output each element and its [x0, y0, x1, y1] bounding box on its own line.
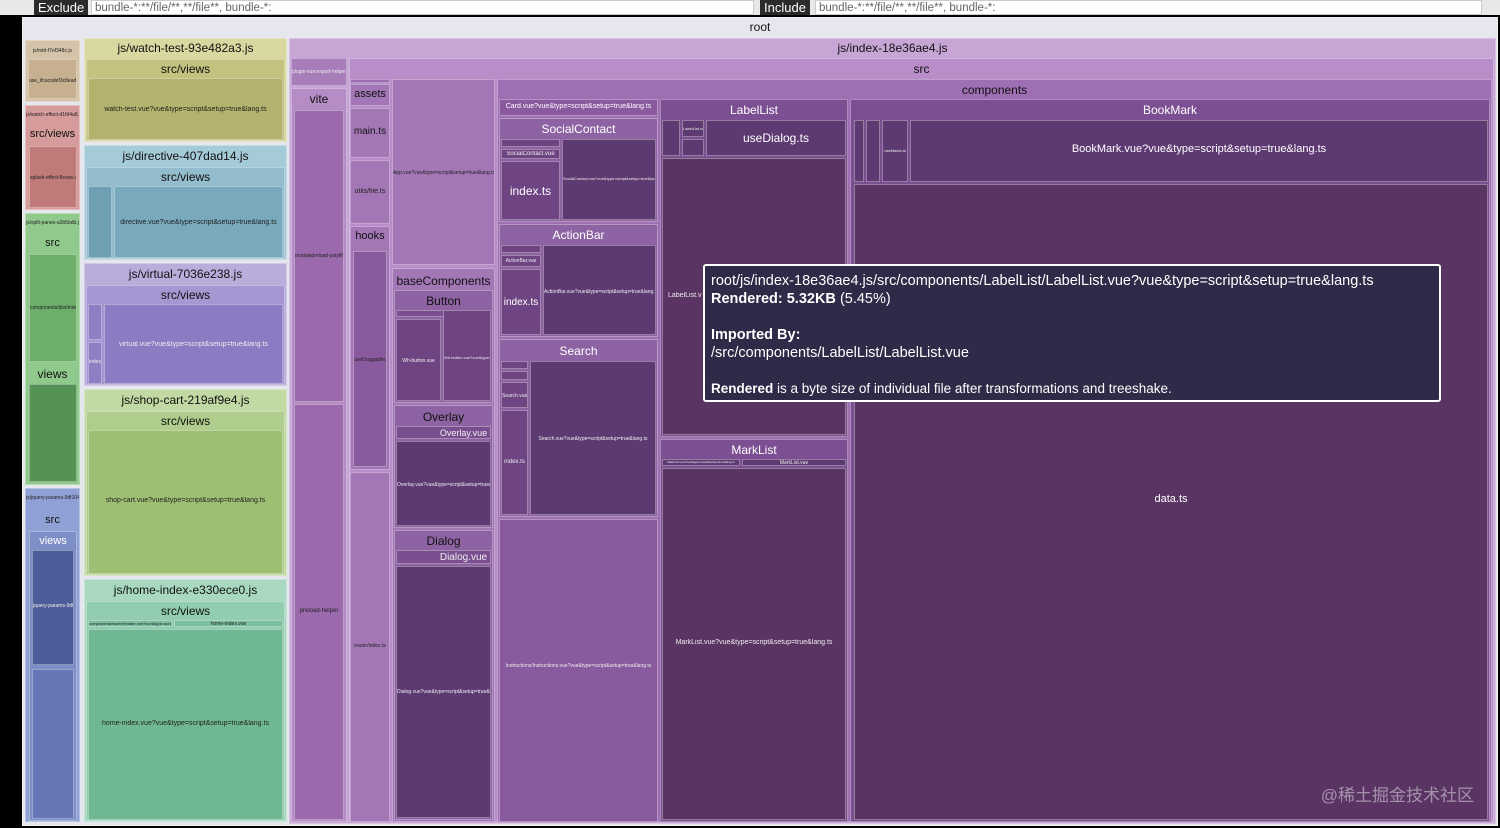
virtual-small-2[interactable]: index.ts [88, 342, 102, 384]
card-vue[interactable]: Card.vue?vue&type=script&setup=true&lang… [499, 99, 658, 116]
button-script[interactable]: Wh-button.vue?vue&type=script&setup=true… [443, 310, 491, 401]
directive-views[interactable]: src/views directive.vue?vue&type=script&… [86, 167, 285, 259]
tooltip-note: Rendered is a byte size of individual fi… [711, 381, 1172, 396]
search-thin-2[interactable] [501, 371, 528, 380]
jquery-src[interactable]: views jquery-params-9df1040.vue [29, 531, 77, 821]
search-script[interactable]: Search.vue?vue&type=script&setup=true&la… [530, 361, 656, 515]
tooltip-imported-label: Imported By: [711, 327, 801, 343]
directive-file[interactable]: directive.vue?vue&type=script&setup=true… [114, 186, 283, 258]
assets-folder[interactable]: assets [350, 84, 390, 106]
modulepreload-polyfill[interactable]: modulepreload-polyfill [294, 110, 344, 402]
exclude-input[interactable]: bundle-*:**/file/**,**/file**, bundle-*: [91, 0, 754, 15]
splitpane-file[interactable]: components/dist/index.js [29, 254, 77, 362]
home-header-file[interactable]: components/HomeHeader.vue?vue&type=scrip… [88, 620, 172, 627]
root-label: root [749, 20, 771, 34]
bookmark-script[interactable]: BookMark.vue?vue&type=script&setup=true&… [910, 120, 1488, 182]
bookmark-thin-2[interactable] [866, 120, 880, 182]
shop-cart-views[interactable]: src/views shop-cart.vue?vue&type=script&… [86, 411, 285, 575]
exclude-label: Exclude [34, 0, 89, 15]
splitpane-chunk[interactable]: js/split-panes-a2b5bdb.js src components… [25, 213, 80, 485]
overlay-folder[interactable]: Overlay Overlay.vue Overlay.vue?vue&type… [394, 405, 493, 528]
jquery-views-file-2[interactable] [32, 669, 74, 819]
jquery-chunk[interactable]: js/jquery-params-9df1040.js src views jq… [25, 488, 80, 822]
bookmark-thin-1[interactable] [854, 120, 864, 182]
watch-test-file[interactable]: watch-test.vue?vue&type=script&setup=tru… [88, 78, 283, 140]
social-script[interactable]: SocialContact.vue?vue&type=script&setup=… [562, 139, 656, 220]
use-marks-ts[interactable]: useMarks.ts [882, 120, 908, 182]
social-thin[interactable] [501, 139, 560, 147]
main-ts[interactable]: main.ts [350, 108, 390, 158]
action-script[interactable]: ActionBar.vue?vue&type=script&setup=true… [543, 245, 656, 335]
mark-list-folder[interactable]: MarkList MarkList.vue?vue&type=script&se… [660, 439, 848, 822]
social-index[interactable]: index.ts [501, 161, 560, 220]
virtual-file[interactable]: virtual.vue?vue&type=script&setup=true&l… [104, 304, 283, 384]
search-index[interactable]: index.ts [501, 410, 528, 515]
overlay-vue[interactable]: Overlay.vue [396, 426, 491, 439]
tooltip-path: root/js/index-18e36ae4.js/src/components… [711, 273, 1374, 289]
directive-small[interactable] [88, 186, 112, 258]
home-index-views[interactable]: src/views components/HomeHeader.vue?vue&… [86, 601, 285, 821]
splitpane-views-file[interactable] [29, 384, 77, 482]
preload-helper[interactable]: preload-helper [294, 404, 344, 820]
shop-cart-chunk[interactable]: js/shop-cart-219af9e4.js src/views shop-… [84, 389, 287, 576]
action-thin[interactable] [501, 245, 541, 253]
utils-file[interactable]: utils/file.ts [350, 160, 390, 224]
router-index[interactable]: router/index.ts [350, 472, 390, 822]
vite-folder[interactable]: vite modulepreload-polyfill preload-help… [291, 88, 347, 822]
search-vue[interactable]: Search.vue [501, 382, 528, 408]
home-index-vue[interactable]: home-index.vue [174, 620, 283, 627]
search-thin[interactable] [501, 361, 528, 369]
mitt-file[interactable]: use_ifcacodef3c8eaddfc.ts [28, 59, 77, 99]
dialog-folder[interactable]: Dialog Dialog.vue Dialog.vue?vue&type=sc… [394, 530, 493, 820]
jquery-views-file[interactable]: jquery-params-9df1040.vue [32, 550, 74, 665]
src-thin-1[interactable] [350, 79, 390, 83]
include-label: Include [760, 0, 810, 15]
social-contact-folder[interactable]: SocialContact SocialContact.vue index.ts… [499, 118, 658, 222]
directive-chunk[interactable]: js/directive-407dad14.js src/views direc… [84, 145, 287, 260]
home-index-chunk[interactable]: js/home-index-e330ece0.js src/views comp… [84, 579, 287, 822]
button-vue[interactable]: Wh-button.vue [396, 319, 441, 401]
splash-chunk[interactable]: js/watch-effect-d1fd4a8.js src/views spl… [25, 105, 80, 210]
watch-test-chunk[interactable]: js/watch-test-93e482a3.js src/views watc… [84, 38, 287, 142]
splash-file[interactable]: splash-effect-flexes.vue [29, 146, 77, 208]
action-vue[interactable]: ActionBar.vue [501, 255, 541, 267]
mark-list-sub[interactable]: MarkList.vue?vue&type=script&setup=true&… [662, 459, 740, 466]
virtual-small-1[interactable] [88, 304, 102, 340]
shop-cart-file[interactable]: shop-cart.vue?vue&type=script&setup=true… [88, 430, 283, 574]
action-index[interactable]: index.ts [501, 269, 541, 335]
virtual-chunk[interactable]: js/virtual-7036e238.js src/views index.t… [84, 263, 287, 386]
button-folder[interactable]: Button Wh-button.vue Wh-button.vue?vue&t… [394, 290, 493, 403]
plugin-export-helper[interactable]: plugin-vue:export-helper [291, 58, 347, 86]
mark-list-vue[interactable]: MarkList.vue [742, 459, 846, 466]
watermark: @稀土掘金技术社区 [1320, 786, 1474, 805]
action-bar-folder[interactable]: ActionBar ActionBar.vue index.ts ActionB… [499, 224, 658, 337]
mitt-chunk[interactable]: js/mitt-f7ef348c.js use_ifcacodef3c8eadd… [25, 40, 80, 102]
tooltip-rendered: Rendered: 5.32KB (5.45%) [711, 291, 891, 307]
use-dialog-ts[interactable]: useDialog.ts [706, 120, 846, 156]
watch-test-views[interactable]: src/views watch-test.vue?vue&type=script… [86, 59, 285, 141]
include-input[interactable]: bundle-*:**/file/**,**/file**, bundle-*: [815, 0, 1482, 15]
label-list-thin-2[interactable] [682, 139, 704, 156]
app-vue[interactable]: App.vue?vue&type=script&setup=true&lang.… [392, 79, 495, 265]
hooks-folder[interactable]: hooks useDraggable.ts [350, 226, 390, 470]
instructions-file[interactable]: Instructions/Instructions.vue?vue&type=s… [499, 519, 658, 822]
mark-list-script[interactable]: MarkList.vue?vue&type=script&setup=true&… [662, 468, 846, 820]
label-list-thin[interactable] [662, 120, 680, 156]
virtual-views[interactable]: src/views index.ts virtual.vue?vue&type=… [86, 285, 285, 385]
dialog-script[interactable]: Dialog.vue?vue&type=script&setup=true&la… [396, 566, 491, 818]
filter-bar: Exclude bundle-*:**/file/**,**/file**, b… [0, 0, 1500, 15]
search-folder[interactable]: Search Search.vue index.ts Search.vue?vu… [499, 339, 658, 517]
social-vue[interactable]: SocialContact.vue [501, 149, 560, 159]
use-draggable[interactable]: useDraggable.ts [353, 251, 387, 467]
label-list-vue[interactable]: LabelList.vue [682, 120, 704, 137]
home-index-file[interactable]: home-index.vue?vue&type=script&setup=tru… [88, 629, 283, 820]
tooltip-imported-value: /src/components/LabelList/LabelList.vue [711, 345, 969, 361]
tooltip: root/js/index-18e36ae4.js/src/components… [703, 264, 1441, 402]
dialog-vue[interactable]: Dialog.vue [396, 550, 491, 564]
overlay-script[interactable]: Overlay.vue?vue&type=script&setup=true&l… [396, 441, 491, 526]
bookmark-folder[interactable]: BookMark useMarks.ts BookMark.vue?vue&ty… [850, 99, 1490, 822]
